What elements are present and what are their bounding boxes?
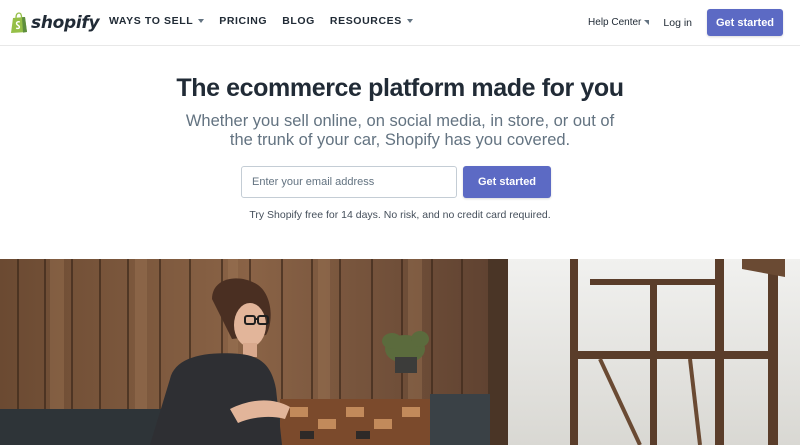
hero-photo [0, 259, 800, 445]
email-field[interactable] [241, 166, 457, 198]
nav-resources[interactable]: RESOURCES [330, 15, 413, 27]
nav-blog[interactable]: BLOG [282, 15, 315, 27]
nav-pricing[interactable]: PRICING [219, 15, 267, 27]
shopify-logo[interactable]: shopify [10, 10, 100, 36]
logo-wordmark: shopify [31, 13, 100, 33]
nav-actions: Help Center Log in Get started [588, 9, 783, 36]
hero-subtitle: Whether you sell online, on social media… [185, 112, 615, 149]
chevron-down-icon [406, 19, 413, 23]
trial-note: Try Shopify free for 14 days. No risk, a… [249, 209, 551, 221]
top-navigation: shopify WAYS TO SELL PRICING BLOG RESOUR… [0, 0, 800, 46]
get-started-hero-button[interactable]: Get started [463, 166, 551, 198]
signup-form: Get started [241, 166, 551, 198]
chevron-down-icon [198, 19, 205, 23]
nav-blog-label: BLOG [282, 15, 315, 27]
nav-ways-to-sell[interactable]: WAYS TO SELL [109, 15, 205, 27]
log-in-link[interactable]: Log in [663, 17, 692, 29]
help-center-link[interactable]: Help Center [588, 17, 650, 28]
external-link-icon [644, 17, 650, 25]
nav-resources-label: RESOURCES [329, 15, 402, 27]
get-started-nav-button[interactable]: Get started [707, 9, 783, 36]
nav-pricing-label: PRICING [219, 15, 268, 27]
help-center-label: Help Center [588, 17, 642, 28]
main-menu: WAYS TO SELL PRICING BLOG RESOURCES [109, 15, 428, 27]
shopping-bag-icon [10, 12, 28, 34]
page-title: The ecommerce platform made for you [176, 74, 624, 102]
nav-ways-to-sell-label: WAYS TO SELL [109, 15, 194, 27]
